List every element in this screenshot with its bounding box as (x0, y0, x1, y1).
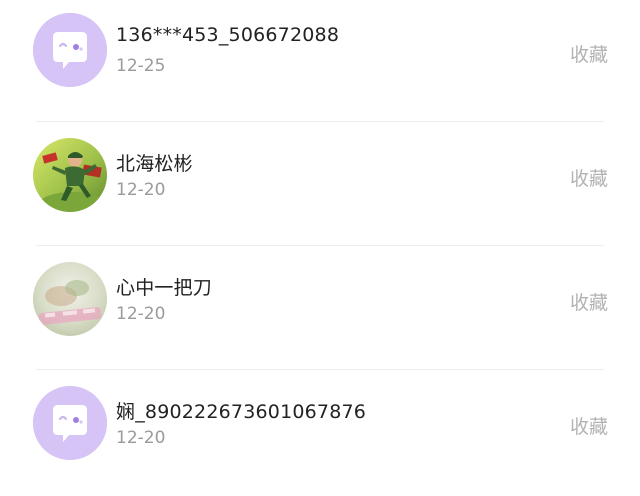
collect-button[interactable]: 收藏 (570, 40, 608, 67)
timestamp: 12-20 (116, 180, 166, 200)
username: 心中一把刀 (116, 277, 213, 299)
divider (36, 245, 604, 246)
list-item[interactable]: 娴_890222673601067876 12-20 收藏 (0, 372, 640, 496)
chat-bubble-icon (33, 13, 107, 87)
soldier-photo-icon (33, 138, 107, 212)
divider (36, 121, 604, 122)
divider (36, 369, 604, 370)
blurred-photo-icon (33, 262, 107, 336)
timestamp: 12-20 (116, 304, 166, 324)
collect-button[interactable]: 收藏 (570, 164, 608, 191)
timestamp: 12-25 (116, 56, 166, 76)
username: 娴_890222673601067876 (116, 401, 367, 423)
username: 136***453_506672088 (116, 24, 340, 46)
list-item[interactable]: 心中一把刀 12-20 收藏 (0, 248, 640, 372)
avatar[interactable] (33, 138, 107, 212)
avatar[interactable] (33, 262, 107, 336)
avatar[interactable] (33, 13, 107, 87)
username: 北海松彬 (116, 153, 193, 175)
timestamp: 12-20 (116, 428, 166, 448)
collect-button[interactable]: 收藏 (570, 412, 608, 439)
collect-button[interactable]: 收藏 (570, 288, 608, 315)
list-item[interactable]: 136***453_506672088 12-25 收藏 (0, 0, 640, 124)
avatar[interactable] (33, 386, 107, 460)
chat-bubble-icon (33, 386, 107, 460)
list-item[interactable]: 北海松彬 12-20 收藏 (0, 124, 640, 248)
